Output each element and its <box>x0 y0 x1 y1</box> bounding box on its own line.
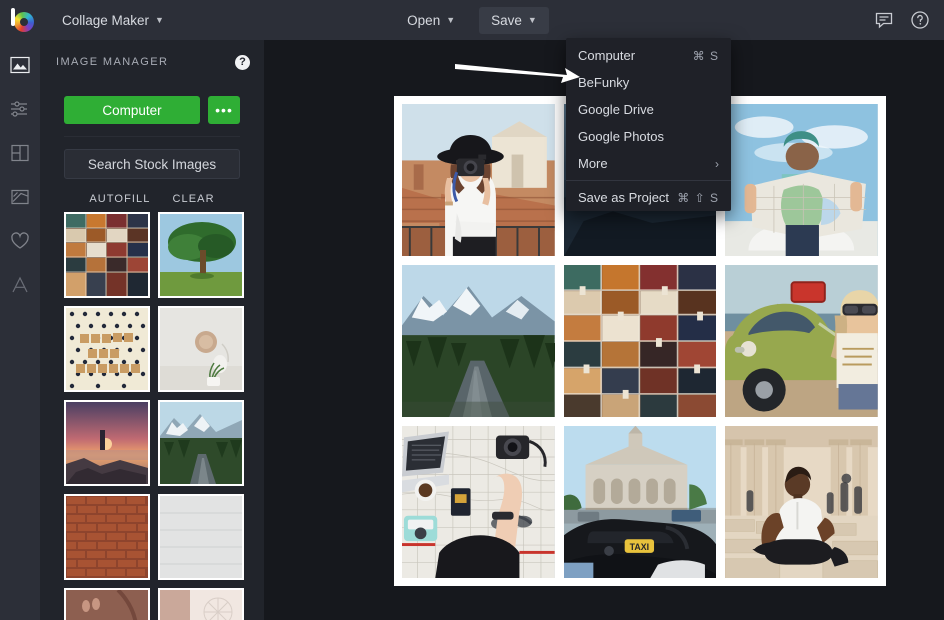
menu-item-label: BeFunky <box>578 75 630 90</box>
lets-go-adventure-thumb[interactable] <box>64 306 150 392</box>
thumbnail-grid: TOUGH TIMES <box>64 212 246 620</box>
menu-item-befunky[interactable]: BeFunky <box>566 69 731 96</box>
cell-mountain-road[interactable] <box>402 265 555 417</box>
panel-header: IMAGE MANAGER ? <box>40 40 264 84</box>
befunky-logo-icon <box>10 7 36 33</box>
menu-item-computer[interactable]: Computer ⌘ S <box>566 42 731 69</box>
top-toolbar: Collage Maker ▼ Open ▼ Save ▼ <box>0 0 944 40</box>
flatlay-pink-thumb[interactable] <box>158 588 244 620</box>
sidebar-item-layouts[interactable] <box>7 140 33 166</box>
collage-maker-app: Collage Maker ▼ Open ▼ Save ▼ Computer ⌘… <box>0 0 944 620</box>
menu-item-label: More <box>578 156 608 171</box>
cell-map-reader[interactable] <box>725 104 878 256</box>
menu-item-label: Google Drive <box>578 102 654 117</box>
menu-item-google-drive[interactable]: Google Drive <box>566 96 731 123</box>
autofill-button[interactable]: AUTOFILL <box>89 193 150 205</box>
upload-block: Computer ••• <box>64 84 240 136</box>
lone-tree-thumb[interactable] <box>158 212 244 298</box>
stock-block: Search Stock Images <box>64 136 240 191</box>
chevron-down-icon: ▼ <box>527 15 537 25</box>
open-label: Open <box>407 12 441 28</box>
vintage-suitcases-thumb[interactable] <box>64 212 150 298</box>
cell-photographer[interactable] <box>402 104 555 256</box>
app-name-dropdown[interactable]: Collage Maker ▼ <box>52 7 174 34</box>
menu-item-label: Google Photos <box>578 129 665 144</box>
svg-text:TAXI: TAXI <box>629 542 648 552</box>
menu-item-google-photos[interactable]: Google Photos <box>566 123 731 150</box>
tough-times-poster-thumb[interactable]: TOUGH TIMES <box>64 588 150 620</box>
open-button[interactable]: Open ▼ <box>395 7 467 34</box>
computer-upload-button[interactable]: Computer <box>64 96 200 124</box>
chevron-down-icon: ▼ <box>446 15 456 25</box>
menu-item-more[interactable]: More › <box>566 150 731 177</box>
menu-item-save-as-project[interactable]: Save as Project ⌘ ⇧ S <box>566 184 731 211</box>
cell-greek-ruins[interactable] <box>725 426 878 578</box>
sidebar-item-edit[interactable] <box>7 96 33 122</box>
left-icon-rail <box>0 40 40 620</box>
save-dropdown-menu: Computer ⌘ S BeFunky Google Drive Google… <box>566 38 731 211</box>
app-name-label: Collage Maker <box>62 12 150 28</box>
cell-havana-taxi[interactable]: TAXI <box>563 426 717 578</box>
concrete-wall-thumb[interactable] <box>158 494 244 580</box>
search-stock-images-button[interactable]: Search Stock Images <box>64 149 240 179</box>
sidebar-item-favorites[interactable] <box>7 228 33 254</box>
menu-item-shortcut: ⌘ S <box>692 48 719 63</box>
brick-wall-thumb[interactable] <box>64 494 150 580</box>
wall-clock-plant-thumb[interactable] <box>158 306 244 392</box>
save-label: Save <box>491 12 522 28</box>
chevron-right-icon: › <box>715 156 719 171</box>
menu-item-label: Save as Project <box>578 190 670 205</box>
chevron-down-icon: ▼ <box>155 15 164 25</box>
menu-item-shortcut: ⌘ ⇧ S <box>677 190 719 205</box>
panel-title: IMAGE MANAGER <box>56 56 169 68</box>
thumbnail-list: TOUGH TIMES <box>40 212 264 620</box>
image-manager-panel: IMAGE MANAGER ? Computer ••• Search Stoc… <box>40 40 264 620</box>
question-mark-icon[interactable]: ? <box>235 54 250 70</box>
sidebar-item-graphics[interactable] <box>7 184 33 210</box>
befunky-logo[interactable] <box>0 7 46 33</box>
menu-item-label: Computer <box>578 48 636 63</box>
menu-divider <box>566 180 731 181</box>
question-circle-icon[interactable] <box>910 10 930 30</box>
sidebar-item-text[interactable] <box>7 272 33 298</box>
save-button[interactable]: Save ▼ <box>479 6 549 34</box>
sidebar-item-image-manager[interactable] <box>7 52 33 78</box>
cell-suitcases[interactable] <box>563 265 717 417</box>
cell-travel-flatlay[interactable] <box>402 426 555 578</box>
mountain-road-thumb[interactable] <box>158 400 244 486</box>
clear-button[interactable]: CLEAR <box>172 193 214 205</box>
lighthouse-sunset-thumb[interactable] <box>64 400 150 486</box>
panel-actions: AUTOFILL CLEAR <box>40 191 264 213</box>
cell-green-beetle[interactable] <box>725 265 878 417</box>
speech-bubble-icon[interactable] <box>874 10 894 30</box>
more-sources-button[interactable]: ••• <box>208 96 240 124</box>
toolbar-right-group <box>874 0 930 40</box>
